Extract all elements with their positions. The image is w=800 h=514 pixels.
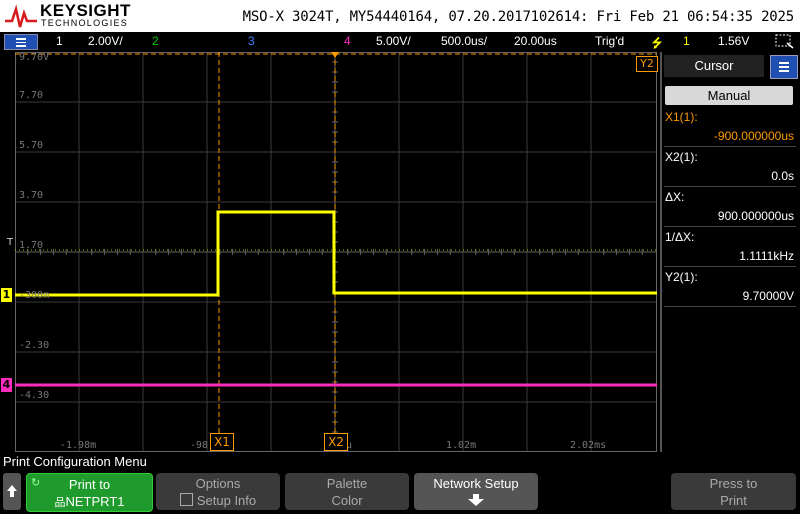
cursor-mode-button[interactable]: Manual	[665, 86, 793, 105]
brand-subtitle: TECHNOLOGIES	[41, 18, 129, 28]
ch2-label[interactable]: 2	[152, 34, 159, 48]
x1-value[interactable]: -900.000000us	[714, 129, 794, 143]
palette-label: Palette	[326, 476, 368, 491]
options-label: Options	[195, 476, 241, 491]
palette-value: Color	[331, 493, 363, 508]
options-softkey[interactable]: Options Setup Info	[156, 473, 280, 510]
panel-menu-icon[interactable]	[770, 55, 798, 79]
setup-info-checkbox[interactable]	[179, 493, 193, 506]
x2-value[interactable]: 0.0s	[771, 169, 794, 183]
palette-softkey[interactable]: Palette Color	[285, 473, 409, 510]
cursor-panel-title: Cursor	[664, 55, 764, 77]
trigger-state: Trig'd	[595, 34, 625, 48]
y-tick-label: -4.30	[19, 390, 50, 401]
trigger-source[interactable]: 1	[683, 34, 690, 48]
main-menu-button[interactable]	[4, 34, 38, 50]
y-tick-label: 9.70V	[19, 52, 50, 63]
options-value: Setup Info	[156, 493, 280, 508]
cursor-x1-marker[interactable]: X1	[210, 433, 234, 451]
x-tick-label: 2.02ms	[570, 440, 607, 451]
trigger-level[interactable]: 1.56V	[718, 34, 749, 48]
x-tick-label: 1.02m	[446, 440, 477, 451]
status-bar: 1 2.00V/ 2 3 4 5.00V/ 500.0us/ 20.00us T…	[0, 32, 800, 51]
ch4-ground-marker[interactable]: 4	[1, 378, 12, 392]
network-icon: 品	[54, 497, 66, 509]
delta-x-value: 900.000000us	[717, 209, 794, 223]
keysight-logo-icon	[5, 4, 37, 28]
y2-label: Y2(1):	[665, 270, 698, 284]
timebase-scale[interactable]: 500.0us/	[441, 34, 487, 48]
print-to-value: 品NETPRT1	[54, 494, 125, 509]
x2-label: X2(1):	[665, 150, 698, 164]
inv-delta-x-label: 1/ΔX:	[665, 230, 695, 244]
ch1-scale[interactable]: 2.00V/	[88, 34, 123, 48]
cursor-y2-marker[interactable]: Y2	[636, 56, 658, 72]
arrow-down-icon	[468, 494, 484, 506]
ch1-label[interactable]: 1	[56, 34, 63, 48]
press-to-label: Press to	[709, 476, 758, 491]
print-to-softkey[interactable]: ↻ Print to 品NETPRT1	[26, 473, 153, 512]
y-tick-label: 7.70	[19, 90, 44, 101]
timebase-delay[interactable]: 20.00us	[514, 34, 557, 48]
display-capture-icon[interactable]	[775, 34, 795, 49]
x-tick-label: -98	[190, 440, 209, 451]
y-tick-label: -300m	[19, 290, 50, 301]
network-setup-softkey[interactable]: Network Setup	[414, 473, 538, 510]
trigger-level-marker[interactable]: T	[7, 237, 13, 248]
x1-label: X1(1):	[665, 110, 698, 124]
press-to-print-softkey[interactable]: Press to Print	[671, 473, 796, 510]
network-setup-label: Network Setup	[433, 476, 519, 491]
y-tick-label: -2.30	[19, 340, 50, 351]
title-bar: KEYSIGHT TECHNOLOGIES MSO-X 3024T, MY544…	[0, 0, 800, 32]
print-label: Print	[720, 493, 747, 508]
arrow-up-icon	[7, 485, 17, 497]
waveform-display[interactable]	[15, 52, 657, 452]
y-tick-label: 3.70	[19, 190, 44, 201]
y2-value[interactable]: 9.70000V	[743, 289, 794, 303]
instrument-info: MSO-X 3024T, MY54440164, 07.20.201710261…	[242, 9, 795, 25]
print-to-label: Print to	[68, 477, 111, 492]
delta-x-label: ΔX:	[665, 190, 685, 204]
inv-delta-x-value: 1.1111kHz	[739, 249, 794, 263]
ch4-label[interactable]: 4	[344, 34, 351, 48]
ch4-scale[interactable]: 5.00V/	[376, 34, 411, 48]
ch3-label[interactable]: 3	[248, 34, 255, 48]
cursor-x2-marker[interactable]: X2	[324, 433, 348, 451]
y-tick-label: 1.70	[19, 240, 44, 251]
menu-title: Print Configuration Menu	[3, 454, 147, 469]
y-tick-label: 5.70	[19, 140, 44, 151]
ch1-ground-marker[interactable]: 1	[1, 288, 12, 302]
back-button[interactable]	[3, 473, 21, 510]
x-tick-label: -1.98m	[60, 440, 97, 451]
